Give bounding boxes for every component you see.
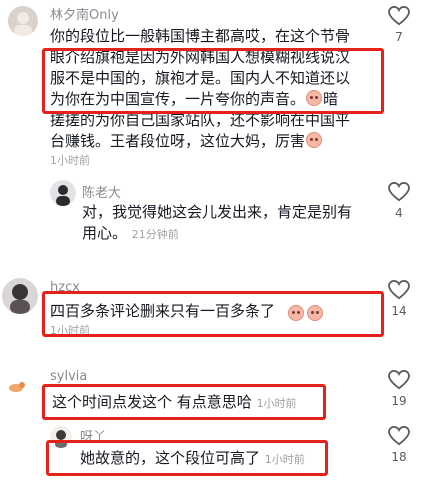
like-button[interactable]: 14 (384, 280, 414, 318)
like-count: 14 (391, 304, 407, 318)
emoji-icon (307, 305, 323, 321)
heart-icon (388, 280, 410, 300)
comment-time: 1小时前 (264, 453, 305, 466)
like-button[interactable]: 7 (384, 6, 414, 44)
user-avatar-icon (55, 430, 67, 448)
comment-text: 这个时间点发这个 有点意思哈 1小时前 (52, 393, 297, 411)
comment-text: 你的段位比一般韩国博主都高哎，在这个节骨 眼介绍旗袍是因为外网韩国人想模糊视线说… (50, 27, 351, 150)
comment-author[interactable]: 林夕南Only (50, 4, 119, 23)
comment-time: 21分钟前 (131, 228, 179, 241)
user-avatar-icon (14, 12, 32, 36)
emoji-icon (288, 305, 304, 321)
comment-item: sylvia 这个时间点发这个 有点意思哈 1小时前 19 (0, 366, 424, 422)
heart-icon (388, 6, 410, 26)
avatar[interactable] (8, 6, 38, 36)
comment-author[interactable]: sylvia (50, 369, 87, 384)
user-avatar-icon (56, 185, 70, 206)
comment-time: 1小时前 (50, 154, 90, 167)
comment-author[interactable]: 呀丫 (80, 426, 106, 445)
emoji-icon (306, 90, 323, 106)
comment-item: hzcx 四百多条评论删来只有一百多条了 1小时前 14 (0, 278, 424, 338)
comment-item: 林夕南Only 你的段位比一般韩国博主都高哎，在这个节骨 眼介绍旗袍是因为外网韩… (0, 0, 424, 170)
comment-reply: 呀丫 她故意的，这个段位可高了 1小时前 18 (0, 424, 424, 485)
user-avatar-icon (10, 284, 30, 314)
user-avatar-icon (9, 382, 25, 392)
comment-reply: 陈老大 对，我觉得她这会儿发出来，肯定是别有 用心。 21分钟前 4 (0, 176, 424, 254)
heart-icon (388, 426, 410, 446)
like-button[interactable]: 19 (384, 370, 414, 408)
avatar[interactable] (50, 426, 72, 448)
like-button[interactable]: 4 (384, 182, 414, 220)
like-count: 4 (395, 206, 403, 220)
comment-time: 1小时前 (256, 397, 297, 410)
avatar[interactable] (6, 376, 28, 398)
like-count: 19 (391, 394, 407, 408)
like-count: 7 (395, 30, 403, 44)
avatar[interactable] (2, 278, 38, 314)
avatar[interactable] (50, 180, 76, 206)
like-count: 18 (391, 450, 407, 464)
heart-icon (388, 182, 410, 202)
comment-author[interactable]: hzcx (50, 280, 80, 295)
like-button[interactable]: 18 (384, 426, 414, 464)
comment-time: 1小时前 (50, 324, 90, 337)
comment-text: 对，我觉得她这会儿发出来，肯定是别有 用心。 21分钟前 (82, 203, 353, 242)
comment-text: 四百多条评论删来只有一百多条了 (50, 302, 276, 320)
heart-icon (388, 370, 410, 390)
comment-author[interactable]: 陈老大 (82, 182, 121, 201)
emoji-icon (306, 132, 323, 148)
comment-text: 她故意的，这个段位可高了 1小时前 (80, 449, 305, 467)
